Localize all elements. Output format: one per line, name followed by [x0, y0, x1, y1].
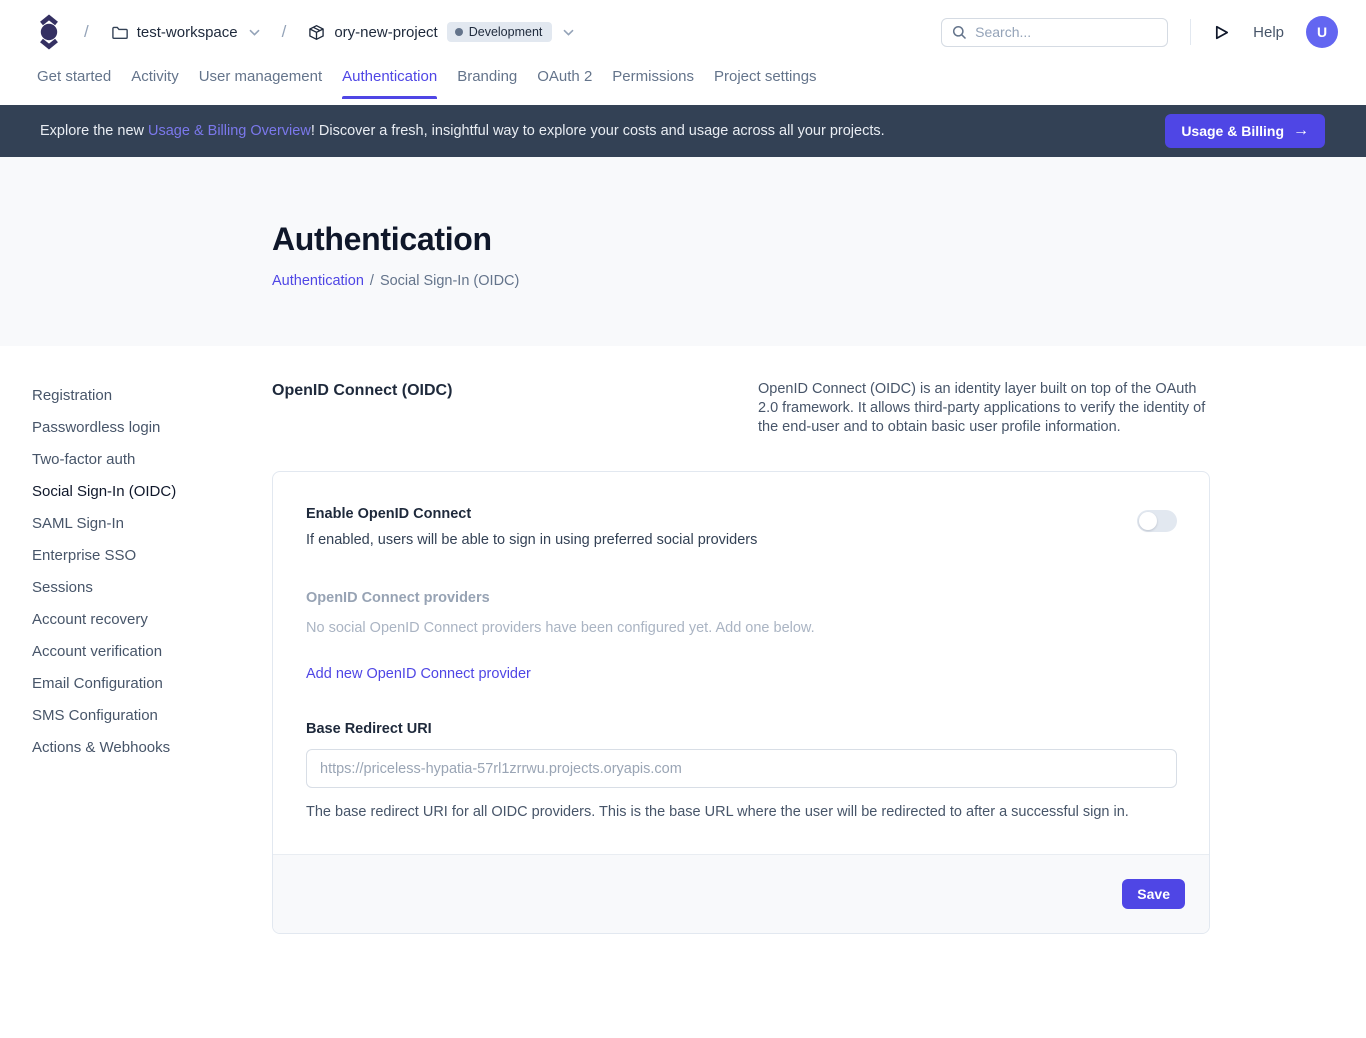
environment-dot-icon: [455, 28, 463, 36]
nav-tab[interactable]: User management: [199, 64, 322, 99]
enable-oidc-title: Enable OpenID Connect: [306, 506, 757, 522]
section-title: OpenID Connect (OIDC): [272, 380, 452, 400]
usage-billing-button[interactable]: Usage & Billing →: [1165, 114, 1325, 148]
chevron-down-icon: [563, 29, 574, 36]
section-description: OpenID Connect (OIDC) is an identity lay…: [758, 380, 1210, 437]
nav-tab[interactable]: Authentication: [342, 64, 437, 99]
sidebar-item[interactable]: SAML Sign-In: [32, 508, 242, 540]
enable-oidc-description: If enabled, users will be able to sign i…: [306, 532, 757, 548]
main-panel: OpenID Connect (OIDC) OpenID Connect (OI…: [272, 380, 1210, 974]
save-button[interactable]: Save: [1122, 879, 1185, 909]
sidebar-item[interactable]: Email Configuration: [32, 668, 242, 700]
page-header: Authentication Authentication / Social Sig…: [0, 157, 1366, 346]
package-icon: [308, 24, 325, 41]
toggle-knob: [1139, 512, 1157, 530]
sidebar-item[interactable]: Passwordless login: [32, 412, 242, 444]
arrow-right-icon: →: [1293, 122, 1309, 140]
banner-text: Explore the new Usage & Billing Overview…: [40, 123, 1149, 139]
nav-tab[interactable]: OAuth 2: [537, 64, 592, 99]
breadcrumb-authentication-link[interactable]: Authentication: [272, 273, 364, 289]
breadcrumb: Authentication / Social Sign-In (OIDC): [272, 273, 1366, 289]
base-redirect-uri-label: Base Redirect URI: [306, 721, 1177, 737]
nav-tab[interactable]: Get started: [37, 64, 111, 99]
breadcrumb-separator: /: [282, 22, 287, 42]
nav-tab[interactable]: Activity: [131, 64, 179, 99]
oidc-settings-card: Enable OpenID Connect If enabled, users …: [272, 471, 1210, 934]
chevron-down-icon: [249, 29, 260, 36]
breadcrumb-current: Social Sign-In (OIDC): [380, 273, 519, 289]
user-avatar[interactable]: U: [1306, 16, 1338, 48]
search-box: [941, 18, 1168, 47]
sidebar-item[interactable]: Two-factor auth: [32, 444, 242, 476]
sidebar-item[interactable]: Enterprise SSO: [32, 540, 242, 572]
project-name: ory-new-project: [334, 24, 437, 41]
project-switcher[interactable]: ory-new-project Development: [308, 22, 574, 42]
breadcrumb-separator: /: [84, 22, 89, 42]
page-title: Authentication: [272, 221, 1366, 258]
nav-tab[interactable]: Project settings: [714, 64, 817, 99]
help-button[interactable]: Help: [1253, 24, 1284, 41]
folder-icon: [111, 24, 128, 41]
usage-billing-overview-link[interactable]: Usage & Billing Overview: [148, 123, 311, 139]
sidebar-item[interactable]: SMS Configuration: [32, 700, 242, 732]
nav-tab[interactable]: Permissions: [612, 64, 694, 99]
breadcrumb-separator: /: [370, 273, 374, 289]
providers-title: OpenID Connect providers: [306, 590, 1177, 606]
sidebar-item[interactable]: Registration: [32, 380, 242, 412]
add-provider-link[interactable]: Add new OpenID Connect provider: [306, 666, 531, 682]
sidebar-item[interactable]: Social Sign-In (OIDC): [32, 476, 242, 508]
environment-badge: Development: [447, 22, 553, 42]
enable-oidc-toggle[interactable]: [1137, 510, 1177, 532]
sidebar-item[interactable]: Account recovery: [32, 604, 242, 636]
sidebar-item[interactable]: Actions & Webhooks: [32, 732, 242, 764]
settings-side-nav: Registration Passwordless login Two-fact…: [32, 380, 242, 764]
sidebar-item[interactable]: Sessions: [32, 572, 242, 604]
divider: [1190, 19, 1191, 45]
cli-run-button[interactable]: [1213, 23, 1231, 42]
project-nav-tabs: Get started Activity User management Aut…: [0, 64, 1366, 105]
ory-logo[interactable]: [36, 13, 62, 51]
workspace-switcher[interactable]: test-workspace: [111, 24, 260, 41]
nav-tab[interactable]: Branding: [457, 64, 517, 99]
usage-billing-banner: Explore the new Usage & Billing Overview…: [0, 105, 1366, 157]
base-redirect-uri-input[interactable]: [306, 749, 1177, 788]
card-footer: Save: [273, 854, 1209, 933]
base-redirect-uri-help: The base redirect URI for all OIDC provi…: [306, 804, 1177, 820]
sidebar-item[interactable]: Account verification: [32, 636, 242, 668]
content: Registration Passwordless login Two-fact…: [0, 346, 1366, 974]
workspace-name: test-workspace: [137, 24, 238, 41]
topbar: / test-workspace / ory-new-project: [0, 0, 1366, 64]
providers-empty-state: No social OpenID Connect providers have …: [306, 620, 1177, 636]
search-input[interactable]: [975, 24, 1157, 40]
search-icon: [952, 25, 967, 40]
